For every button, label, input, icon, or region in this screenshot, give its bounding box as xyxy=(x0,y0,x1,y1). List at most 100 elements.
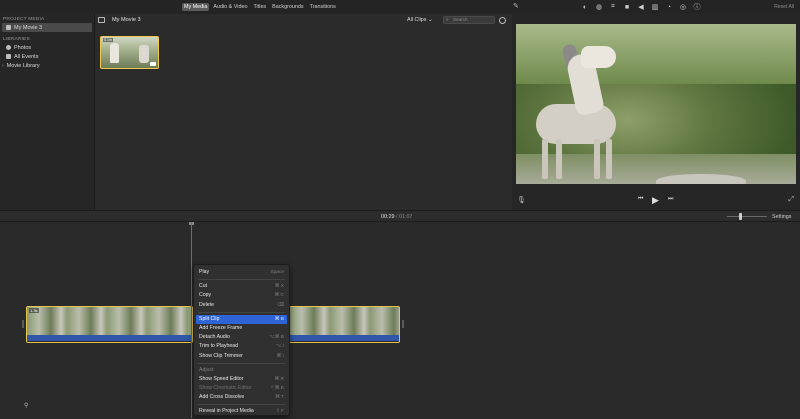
color-balance-icon[interactable]: ◐ xyxy=(580,2,590,12)
menu-item-show-cinematic-editor: Show Cinematic Editor ^ ⌘ E xyxy=(194,384,289,393)
video-frame xyxy=(516,24,796,184)
menu-item-trim-to-playhead[interactable]: Trim to Playhead ⌥ / xyxy=(194,342,289,351)
previous-icon[interactable]: ⏮ xyxy=(638,196,643,203)
tab-audio-video[interactable]: Audio & Video xyxy=(211,3,249,11)
sidebar-item-my-movie[interactable]: My Movie 3 xyxy=(2,23,92,32)
menu-item-label: Reveal in Project Media xyxy=(199,408,254,415)
menu-item-play[interactable]: Play Space xyxy=(194,268,289,277)
sidebar-item-label: Photos xyxy=(14,44,32,51)
color-correction-icon[interactable]: ◍ xyxy=(594,2,604,12)
project-icon xyxy=(6,25,11,30)
filter-icon[interactable]: ◎ xyxy=(678,2,688,12)
menu-item-shortcut: ⌘ T xyxy=(275,395,284,401)
menu-separator xyxy=(198,311,285,313)
stabilization-icon[interactable]: ■ xyxy=(622,2,632,12)
menu-item-adjust: Adjust xyxy=(194,366,289,375)
menu-item-show-speed-editor[interactable]: Show Speed Editor ⌘ R xyxy=(194,375,289,384)
clip-duration-badge: 5.1m xyxy=(103,38,113,42)
menu-item-label: Cut xyxy=(199,283,208,290)
menu-separator xyxy=(198,404,285,406)
menu-item-shortcut: ⌘ X xyxy=(274,284,284,290)
chevron-right-icon[interactable]: › xyxy=(2,63,4,69)
search-input[interactable]: Search xyxy=(443,16,495,24)
libraries-header: LIBRARIES xyxy=(3,37,30,42)
timeline-clip[interactable]: 1.3s xyxy=(26,306,193,343)
menu-item-shortcut: ⌫ xyxy=(277,302,284,308)
menu-item-split-clip[interactable]: Split Clip ⌘ B xyxy=(196,314,287,324)
tab-titles[interactable]: Titles xyxy=(251,3,268,11)
sidebar-item-all-events[interactable]: All Events xyxy=(0,52,94,61)
enhance-wand-icon[interactable]: ✎ xyxy=(513,2,519,10)
photos-icon xyxy=(6,45,11,50)
menu-item-delete[interactable]: Delete ⌫ xyxy=(194,301,289,310)
menu-item-add-freeze-frame[interactable]: Add Freeze Frame xyxy=(194,324,289,333)
info-icon[interactable]: ⓘ xyxy=(692,2,702,12)
clip-trim-handle[interactable] xyxy=(22,320,24,328)
menu-item-shortcut: ⌥⌘ B xyxy=(269,335,284,341)
menu-item-add-cross-dissolve[interactable]: Add Cross Dissolve ⌘ T xyxy=(194,393,289,402)
menu-item-shortcut: ⌘ R xyxy=(274,376,284,382)
clip-trim-handle[interactable] xyxy=(402,320,404,328)
speed-icon[interactable]: ◔ xyxy=(664,2,674,12)
menu-item-label: Adjust xyxy=(199,366,214,373)
browser-header: My Movie 3 All Clips ⌄ Search ⌕ xyxy=(95,14,512,27)
zoom-slider-knob[interactable] xyxy=(739,213,742,220)
sidebar-item-photos[interactable]: Photos xyxy=(0,43,94,52)
microphone-icon[interactable]: 🎙 xyxy=(517,196,526,204)
menu-item-label: Add Freeze Frame xyxy=(199,324,243,331)
clip-filter-dropdown[interactable]: All Clips ⌄ xyxy=(407,17,433,23)
next-icon[interactable]: ⏭ xyxy=(668,196,673,203)
menu-item-label: Show Cinematic Editor xyxy=(199,385,252,392)
menu-separator xyxy=(198,279,285,281)
menu-item-label: Delete xyxy=(199,301,214,308)
sidebar-item-movie-library[interactable]: › Movie Library xyxy=(0,61,94,70)
search-icon: ⌕ xyxy=(446,17,449,23)
menu-item-label: Copy xyxy=(199,292,212,299)
menu-item-label: Trim to Playhead xyxy=(199,343,239,350)
timecode: 00:29 / 01:07 xyxy=(381,214,413,220)
playhead[interactable] xyxy=(191,222,192,418)
sidebar-item-label: My Movie 3 xyxy=(14,24,43,31)
sidebar-item-label: All Events xyxy=(14,53,39,60)
audio-waveform xyxy=(290,335,399,341)
noise-reduction-icon[interactable]: ▥ xyxy=(650,2,660,12)
clip-thumbnail[interactable]: 5.1m xyxy=(100,36,159,69)
volume-icon[interactable]: ◀ xyxy=(636,2,646,12)
adjustment-toolbar: ◐ ◍ ⌗ ■ ◀ ▥ ◔ ◎ ⓘ xyxy=(580,2,702,12)
menu-item-label: Detach Audio xyxy=(199,334,230,341)
menu-item-cut[interactable]: Cut ⌘ X xyxy=(194,282,289,291)
timeline-clip[interactable] xyxy=(289,306,400,343)
menu-item-label: Show Speed Editor xyxy=(199,375,244,382)
tab-my-media[interactable]: My Media xyxy=(182,3,210,11)
menu-item-shortcut: ⌘ B xyxy=(274,316,284,322)
menu-item-shortcut: ⌘ C xyxy=(274,293,284,299)
tab-transitions[interactable]: Transitions xyxy=(308,3,338,11)
timeline-settings-button[interactable]: Settings xyxy=(772,214,791,220)
menu-item-show-clip-trimmer[interactable]: Show Clip Trimmer ⌘ \ xyxy=(194,352,289,361)
menu-item-reveal-in-project-media[interactable]: Reveal in Project Media ⇧ F xyxy=(194,407,289,416)
menu-item-shortcut: ⌥ / xyxy=(275,344,284,350)
menu-item-shortcut: ⌘ \ xyxy=(276,353,284,359)
browser-title: My Movie 3 xyxy=(112,17,141,23)
zoom-slider-track[interactable] xyxy=(727,216,767,217)
menu-item-label: Show Clip Trimmer xyxy=(199,352,243,359)
reset-all-button[interactable]: Reset All xyxy=(774,4,794,10)
sidebar-toggle-icon[interactable] xyxy=(98,17,105,23)
menu-item-detach-audio[interactable]: Detach Audio ⌥⌘ B xyxy=(194,333,289,342)
media-browser: My Movie 3 All Clips ⌄ Search ⌕ 5.1m xyxy=(95,14,512,210)
audio-waveform xyxy=(27,335,192,341)
fullscreen-icon[interactable]: ⤢ xyxy=(788,196,794,204)
play-button[interactable]: ▶ xyxy=(652,195,659,206)
sidebar-item-label: Movie Library xyxy=(6,62,40,69)
gear-icon[interactable] xyxy=(499,17,506,24)
tab-backgrounds[interactable]: Backgrounds xyxy=(270,3,305,11)
top-toolbar: My Media Audio & Video Titles Background… xyxy=(0,0,800,14)
project-media-header: PROJECT MEDIA xyxy=(3,17,45,22)
audio-meter-icon[interactable]: ⚲ xyxy=(24,402,28,409)
media-tabs: My Media Audio & Video Titles Background… xyxy=(182,3,338,11)
clip-label: 1.3s xyxy=(29,308,39,313)
timeline: 1.3s ⚲ xyxy=(0,222,800,419)
menu-item-label: Play xyxy=(199,269,210,275)
crop-icon[interactable]: ⌗ xyxy=(608,2,618,12)
menu-item-copy[interactable]: Copy ⌘ C xyxy=(194,291,289,300)
